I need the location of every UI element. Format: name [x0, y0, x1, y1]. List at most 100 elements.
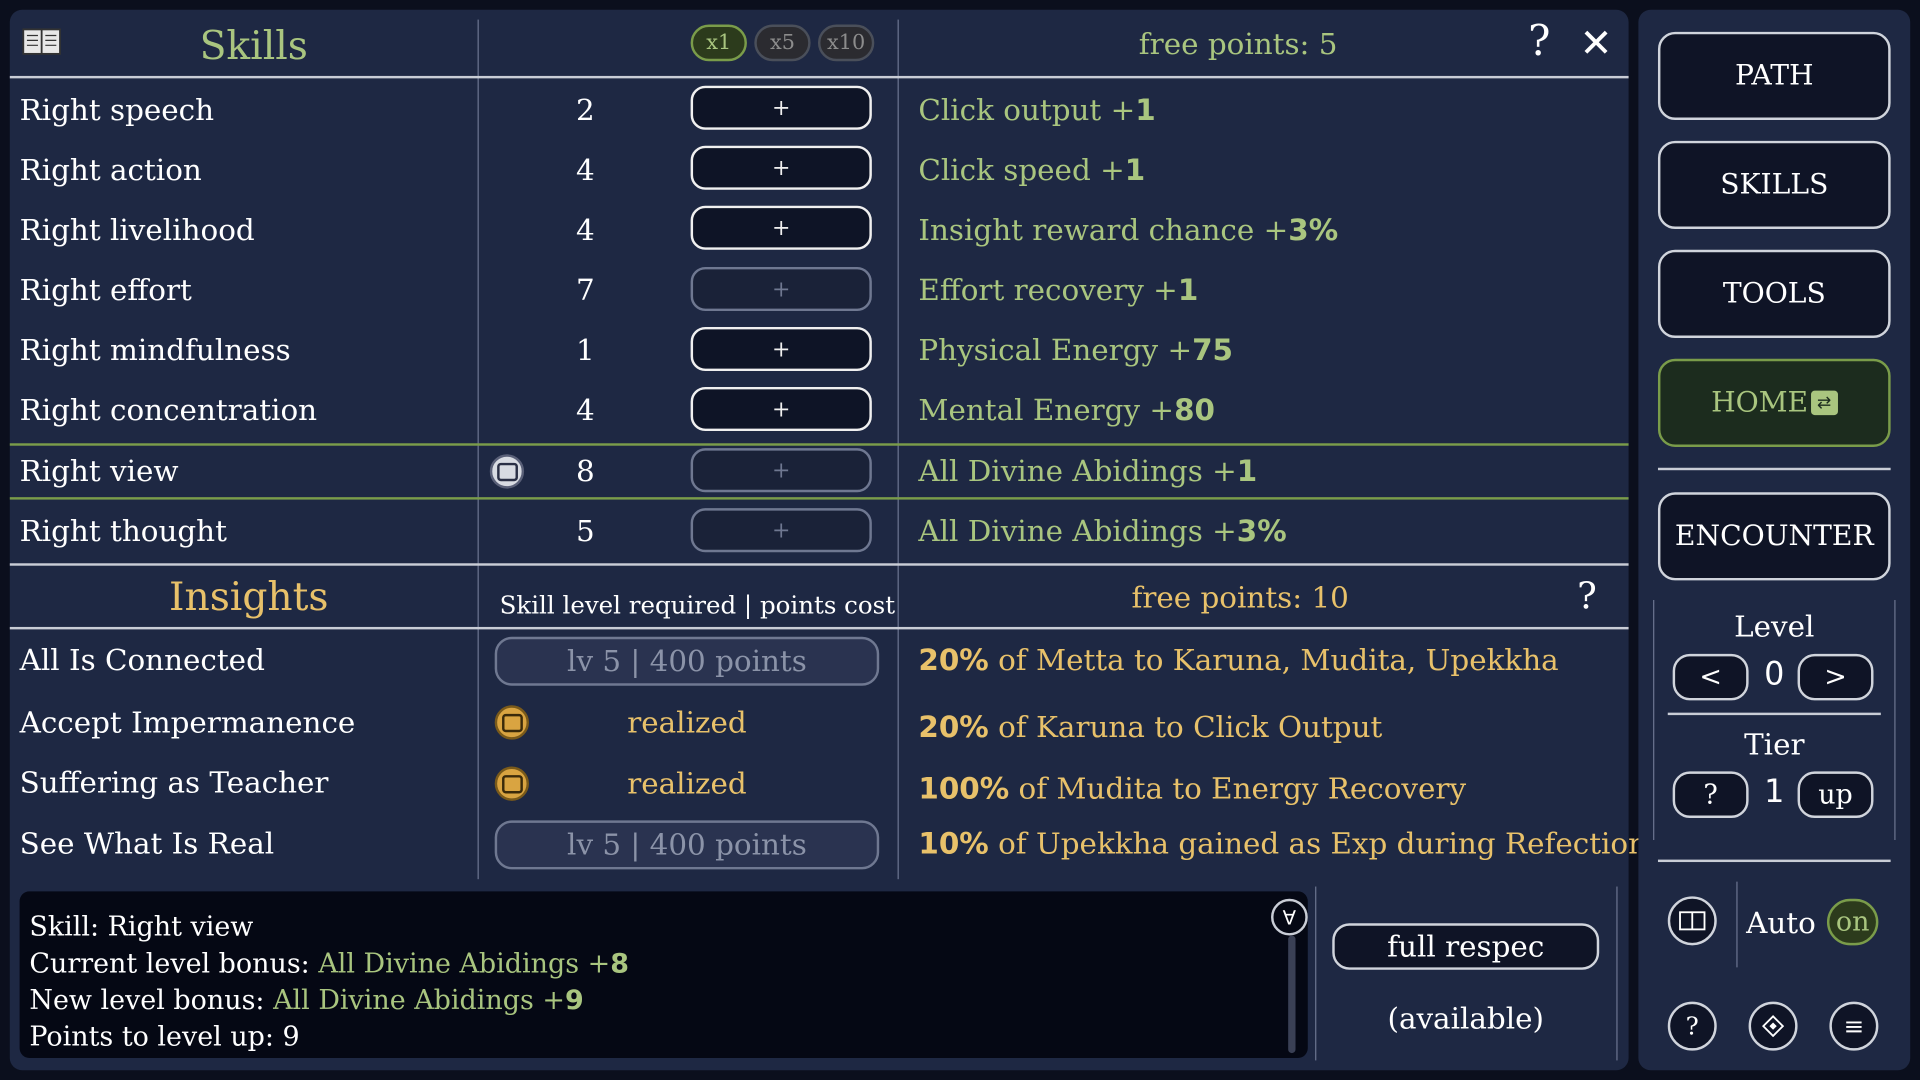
compass-icon[interactable]: [1748, 1001, 1798, 1051]
effect-value: 20%: [918, 642, 989, 678]
skills-help-button[interactable]: ?: [1528, 17, 1550, 66]
side-divider: [1657, 467, 1891, 471]
home-label: HOME: [1711, 386, 1809, 419]
insight-unlock-button[interactable]: lv 5 | 400 points: [494, 636, 880, 686]
multiplier-x5-button[interactable]: x5: [754, 24, 811, 62]
journal-icon[interactable]: [1667, 896, 1717, 946]
tier-up-button[interactable]: up: [1797, 771, 1874, 818]
skill-bonus: Insight reward chance +3%: [918, 213, 1338, 247]
insight-unlock-button[interactable]: lv 5 | 400 points: [494, 820, 880, 870]
insight-status: realized: [627, 705, 747, 740]
menu-button[interactable]: ≡: [1829, 1001, 1879, 1051]
auto-divider: [1736, 881, 1738, 968]
skill-name: Right mindfulness: [19, 333, 291, 368]
info-current-text: All Divine Abidings +: [318, 948, 611, 980]
home-button[interactable]: HOME ⇄: [1657, 358, 1891, 447]
insights-help-button[interactable]: ?: [1577, 576, 1597, 619]
skill-plus-button[interactable]: +: [690, 266, 872, 312]
skill-bonus: Mental Energy +80: [918, 393, 1215, 427]
skill-info-box: Skill: Right view Current level bonus: A…: [19, 891, 1308, 1058]
info-current-label: Current level bonus:: [29, 948, 319, 980]
bonus-text: All Divine Abidings +: [918, 454, 1237, 489]
effect-value: 10%: [918, 826, 989, 861]
side-divider: [1657, 859, 1891, 863]
bonus-text: Click output +: [918, 93, 1136, 128]
level-tier-divider: [1667, 712, 1881, 716]
bonus-value: 75: [1192, 333, 1233, 368]
skill-name: Right speech: [19, 93, 215, 128]
bonus-text: Click speed +: [918, 153, 1125, 188]
level-next-button[interactable]: >: [1797, 653, 1874, 701]
encounter-button[interactable]: ENCOUNTER: [1657, 492, 1891, 581]
effect-value: 100%: [918, 771, 1010, 806]
level-prev-button[interactable]: <: [1672, 653, 1749, 701]
tools-button[interactable]: TOOLS: [1657, 249, 1891, 338]
info-scrollbar[interactable]: [1288, 935, 1296, 1054]
skill-bonus: All Divine Abidings +3%: [918, 514, 1286, 548]
info-new-text: All Divine Abidings +: [273, 985, 565, 1017]
insights-top-divider: [9, 563, 1629, 566]
respec-divider: [1616, 886, 1618, 1061]
info-new-label: New level bonus:: [29, 985, 274, 1017]
book-icon[interactable]: [22, 27, 61, 56]
skill-plus-button[interactable]: +: [690, 508, 872, 553]
skill-level: 1: [575, 333, 595, 368]
insight-name: Suffering as Teacher: [19, 765, 329, 800]
skill-plus-button[interactable]: +: [690, 205, 872, 250]
skill-level: 4: [575, 393, 595, 428]
bonus-value: 1: [1177, 273, 1199, 308]
tier-help-button[interactable]: ?: [1672, 771, 1749, 818]
info-points: Points to level up: 9: [29, 1022, 300, 1054]
help-button[interactable]: ?: [1667, 1001, 1717, 1051]
respec-status: (available): [1387, 1001, 1544, 1036]
skill-level: 8: [575, 454, 595, 489]
tier-value: 1: [1764, 773, 1785, 811]
respec-icon[interactable]: [489, 454, 525, 489]
multiplier-x1-button[interactable]: x1: [690, 24, 747, 62]
tier-label: Tier: [1744, 727, 1805, 762]
skill-level: 4: [575, 153, 595, 188]
insight-name: All Is Connected: [19, 642, 265, 678]
info-new-value: 9: [564, 985, 584, 1017]
skill-level: 2: [575, 93, 595, 128]
skill-plus-button[interactable]: +: [690, 85, 872, 130]
collapse-icon[interactable]: ∀: [1271, 898, 1308, 936]
close-icon[interactable]: ✕: [1580, 20, 1613, 67]
insight-name: See What Is Real: [19, 826, 275, 861]
bonus-text: Physical Energy +: [918, 333, 1193, 368]
auto-toggle[interactable]: on: [1826, 898, 1879, 946]
skill-name: Right action: [19, 153, 202, 188]
level-value: 0: [1764, 656, 1785, 694]
side-menu: PATH SKILLS TOOLS HOME ⇄ ENCOUNTER Level…: [1638, 9, 1911, 1071]
level-label: Level: [1734, 609, 1815, 645]
skills-free-points: free points: 5: [1138, 26, 1338, 62]
effect-text: of Mudita to Energy Recovery: [1009, 771, 1467, 806]
bonus-value: 3%: [1288, 213, 1339, 248]
skill-plus-button[interactable]: +: [690, 448, 872, 493]
path-button[interactable]: PATH: [1657, 31, 1891, 121]
insight-status: realized: [627, 766, 747, 801]
insights-free-points: free points: 10: [1131, 580, 1349, 615]
insights-title: Insights: [168, 573, 329, 620]
info-current-value: 8: [610, 948, 629, 980]
bonus-value: 3%: [1236, 514, 1287, 549]
swap-icon: ⇄: [1810, 390, 1838, 416]
info-current-bonus: Current level bonus: All Divine Abidings…: [29, 949, 629, 980]
skill-level: 4: [575, 213, 595, 248]
insight-effect: 10% of Upekkha gained as Exp during Refe…: [918, 827, 1647, 861]
full-respec-button[interactable]: full respec: [1332, 923, 1600, 970]
skill-bonus: Click output +1: [918, 93, 1155, 127]
multiplier-x10-button[interactable]: x10: [817, 24, 875, 62]
auto-label: Auto: [1746, 906, 1816, 941]
skill-name: Right thought: [19, 514, 227, 549]
skill-name: Right effort: [19, 273, 192, 308]
bonus-value: 1: [1236, 454, 1258, 489]
skills-button[interactable]: SKILLS: [1657, 140, 1891, 229]
skill-plus-button[interactable]: +: [690, 326, 872, 372]
skill-plus-button[interactable]: +: [690, 145, 872, 190]
effect-text: of Upekkha gained as Exp during Refectio…: [988, 826, 1648, 861]
skill-bonus: Physical Energy +75: [918, 333, 1233, 367]
insights-column-header: Skill level required | points cost: [499, 590, 896, 620]
skill-plus-button[interactable]: +: [690, 386, 872, 432]
bonus-text: Insight reward chance +: [918, 213, 1289, 248]
